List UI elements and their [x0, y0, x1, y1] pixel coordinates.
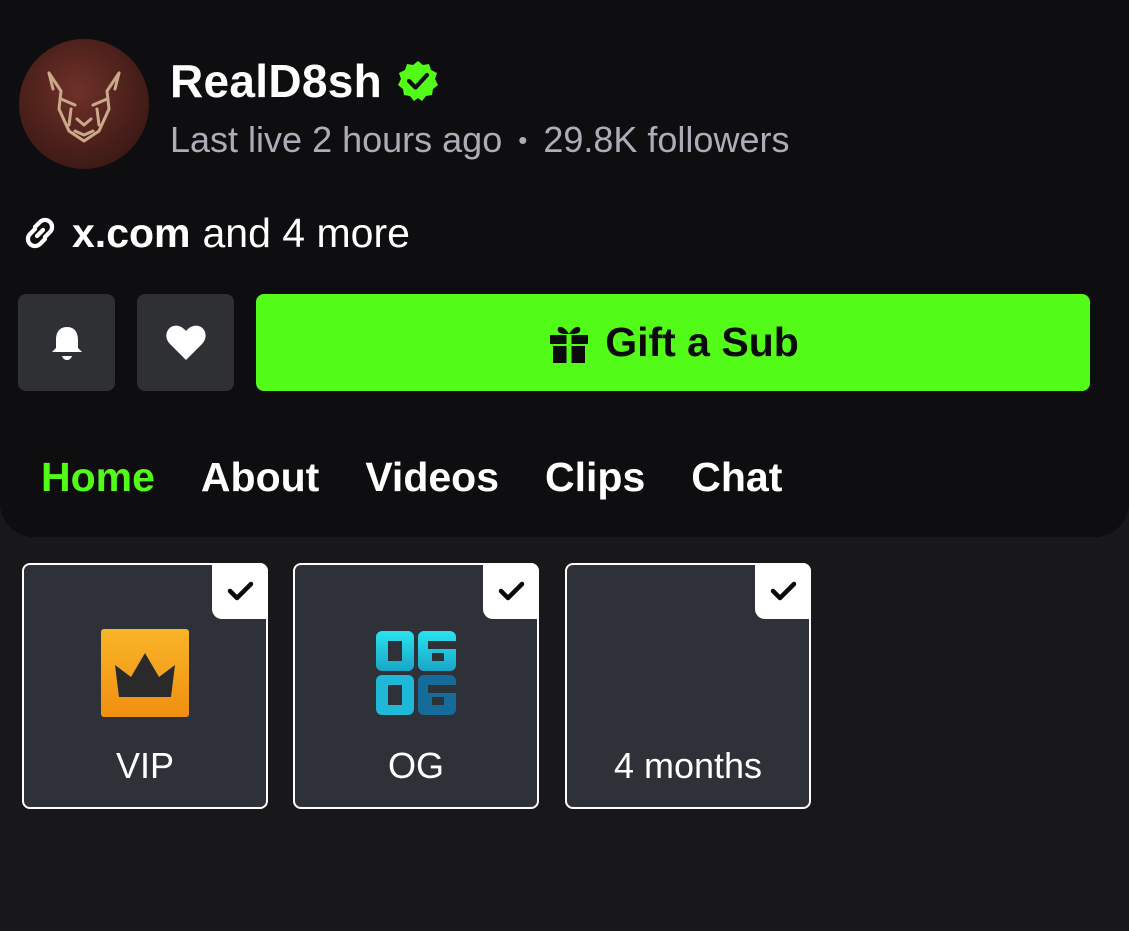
badge-card-og[interactable]: OG: [293, 563, 539, 809]
badge-card-vip[interactable]: VIP: [22, 563, 268, 809]
channel-meta: Last live 2 hours ago • 29.8K followers: [170, 116, 789, 164]
more-links-text[interactable]: and 4 more: [203, 210, 410, 257]
gift-icon: [547, 321, 591, 365]
follow-button[interactable]: [137, 294, 234, 391]
tab-videos[interactable]: Videos: [365, 454, 499, 501]
tab-chat[interactable]: Chat: [691, 454, 782, 501]
badge-label-og: OG: [387, 745, 444, 786]
badge-card-subscriber[interactable]: 4 months: [565, 563, 811, 809]
heart-icon: [165, 325, 206, 360]
tab-about[interactable]: About: [201, 454, 319, 501]
verified-badge-icon: [396, 59, 440, 103]
vip-crown-icon: [101, 629, 189, 717]
notifications-button[interactable]: [18, 294, 115, 391]
gift-sub-button[interactable]: Gift a Sub: [256, 294, 1090, 391]
bell-icon: [51, 326, 82, 360]
channel-page: RealD8sh Last live 2 hours ago • 29.8K f…: [0, 0, 1129, 931]
checkmark-icon: [755, 563, 811, 619]
social-links[interactable]: x.com and 4 more: [18, 206, 410, 260]
followers-count: 29.8K followers: [543, 119, 790, 160]
channel-header: RealD8sh Last live 2 hours ago • 29.8K f…: [0, 0, 1129, 537]
avatar[interactable]: [19, 39, 149, 169]
badge-label-months: 4 months: [613, 745, 763, 786]
cheetah-logo-icon: [47, 71, 121, 143]
tab-home[interactable]: Home: [41, 454, 155, 501]
channel-tabs: Home About Videos Clips Chat: [41, 446, 828, 508]
link-icon: [18, 211, 62, 255]
channel-name-row: RealD8sh: [170, 52, 440, 110]
last-live-text: Last live 2 hours ago: [170, 119, 503, 160]
checkmark-icon: [212, 563, 268, 619]
tab-clips[interactable]: Clips: [545, 454, 645, 501]
link-domain[interactable]: x.com: [72, 210, 191, 257]
channel-name: RealD8sh: [170, 55, 383, 107]
meta-separator: •: [518, 124, 528, 155]
gift-sub-label: Gift a Sub: [605, 319, 799, 365]
badge-label-vip: VIP: [115, 745, 175, 786]
og-badge-icon: [372, 629, 460, 717]
checkmark-icon: [483, 563, 539, 619]
